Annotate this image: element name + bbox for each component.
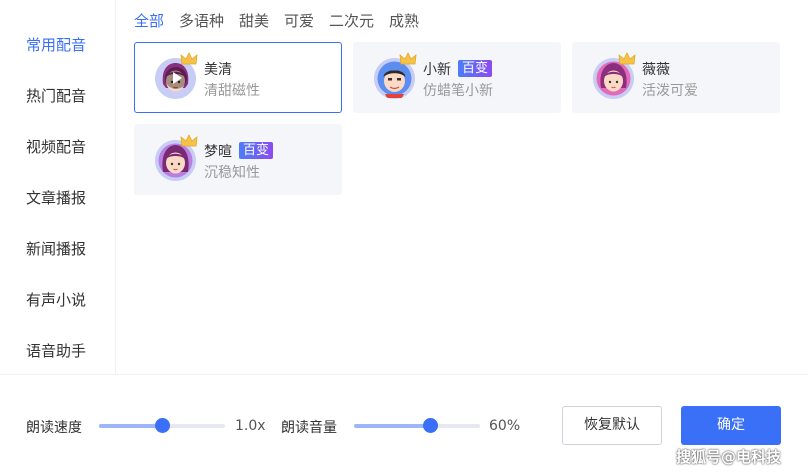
tab-cute[interactable]: 可爱 <box>284 10 314 31</box>
speed-label: 朗读速度 <box>26 420 82 436</box>
tab-multilingual[interactable]: 多语种 <box>179 10 224 31</box>
avatar <box>593 52 636 99</box>
crown-icon <box>399 52 417 65</box>
slider-handle[interactable] <box>155 418 170 433</box>
voice-card-weiwei[interactable]: 薇薇 活泼可爱 <box>572 42 780 113</box>
voice-description: 清甜磁性 <box>204 83 260 99</box>
tab-anime[interactable]: 二次元 <box>329 10 374 31</box>
reset-default-button[interactable]: 恢复默认 <box>562 406 662 445</box>
voice-card-mengxuan[interactable]: 梦暄 百变 沉稳知性 <box>134 124 342 195</box>
crown-icon <box>180 52 198 65</box>
avatar <box>374 52 417 99</box>
voice-description: 活泼可爱 <box>642 83 698 99</box>
volume-label: 朗读音量 <box>281 420 337 436</box>
sidebar: 常用配音 热门配音 视频配音 文章播报 新闻播报 有声小说 语音助手 <box>0 0 116 374</box>
sidebar-item-video-voices[interactable]: 视频配音 <box>26 136 86 157</box>
voice-name: 薇薇 <box>642 62 670 78</box>
voice-card-meiqing[interactable]: 美清 清甜磁性 <box>134 42 342 113</box>
versatile-badge: 百变 <box>239 142 274 159</box>
voice-name: 梦暄 <box>204 144 232 160</box>
avatar <box>155 52 198 99</box>
avatar <box>155 134 198 181</box>
crown-icon <box>618 52 636 65</box>
crown-icon <box>180 134 198 147</box>
slider-fill <box>99 424 162 428</box>
voice-card-xiaoxin[interactable]: 小新 百变 仿蜡笔小新 <box>353 42 561 113</box>
sidebar-item-news-broadcast[interactable]: 新闻播报 <box>26 238 86 259</box>
volume-slider[interactable] <box>354 418 480 434</box>
sidebar-item-audio-novel[interactable]: 有声小说 <box>26 289 86 310</box>
play-icon[interactable] <box>165 67 187 89</box>
voice-name: 美清 <box>204 62 232 78</box>
confirm-button[interactable]: 确定 <box>681 406 781 445</box>
sidebar-item-article-broadcast[interactable]: 文章播报 <box>26 187 86 208</box>
watermark: 搜狐号@电科技 <box>676 448 782 466</box>
sidebar-item-common-voices[interactable]: 常用配音 <box>26 34 86 55</box>
tab-mature[interactable]: 成熟 <box>389 10 419 31</box>
tab-all[interactable]: 全部 <box>134 10 164 31</box>
speed-slider[interactable] <box>99 418 225 434</box>
speed-value: 1.0x <box>235 418 266 434</box>
volume-value: 60% <box>489 418 521 434</box>
voice-name: 小新 <box>423 62 451 78</box>
versatile-badge: 百变 <box>458 60 493 77</box>
voice-description: 仿蜡笔小新 <box>423 83 493 99</box>
voice-description: 沉稳知性 <box>204 165 260 181</box>
slider-handle[interactable] <box>422 418 438 433</box>
sidebar-item-voice-assistant[interactable]: 语音助手 <box>26 340 86 361</box>
sidebar-item-hot-voices[interactable]: 热门配音 <box>26 85 86 106</box>
slider-fill <box>354 424 430 428</box>
tab-sweet[interactable]: 甜美 <box>239 10 269 31</box>
